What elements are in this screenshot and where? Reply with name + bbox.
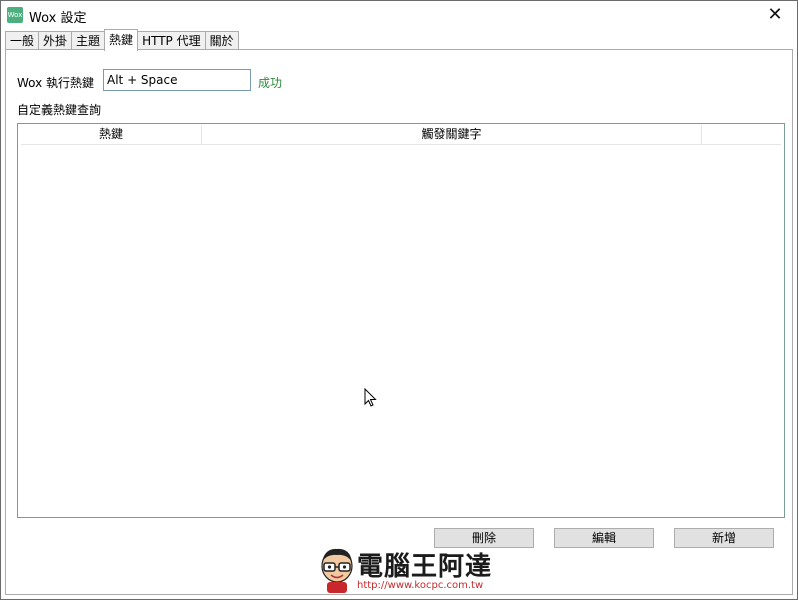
wox-app-icon: Wox [7,7,23,23]
hotkey-tab-panel: Wox 執行熱鍵 成功 自定義熱鍵查詢 熱鍵 觸發關鍵字 刪除 編輯 新增 [5,49,793,595]
window-title: Wox 設定 [29,11,87,26]
close-icon[interactable]: ✕ [753,1,797,29]
tab-general[interactable]: 一般 [5,31,40,50]
add-button[interactable]: 新增 [674,528,774,548]
watermark-brand: 電腦王阿達 [357,552,493,582]
edit-button[interactable]: 編輯 [554,528,654,548]
title-bar: Wox Wox 設定 ✕ [1,1,797,29]
column-header-hotkey[interactable]: 熱鍵 [21,125,202,144]
tab-plugins[interactable]: 外掛 [38,31,73,50]
tab-theme[interactable]: 主題 [71,31,106,50]
hotkey-status-text: 成功 [258,76,283,90]
tab-http-proxy[interactable]: HTTP 代理 [137,31,206,50]
settings-window: Wox Wox 設定 ✕ 一般 外掛 主題 熱鍵 HTTP 代理 關於 Wox … [0,0,798,600]
custom-hotkey-label: 自定義熱鍵查詢 [17,103,102,117]
wox-hotkey-input[interactable] [103,69,251,91]
watermark-url: http://www.kocpc.com.tw [357,580,484,591]
mouse-pointer-icon [364,388,377,407]
tab-bar: 一般 外掛 主題 熱鍵 HTTP 代理 關於 [5,29,795,51]
list-header: 熱鍵 觸發關鍵字 [21,125,781,145]
watermark: 電腦王阿達 http://www.kocpc.com.tw [313,542,493,598]
wox-hotkey-label: Wox 執行熱鍵 [17,76,95,90]
column-header-empty [702,125,781,144]
mascot-icon [321,548,353,593]
tab-hotkey[interactable]: 熱鍵 [104,29,139,51]
column-header-action-keyword[interactable]: 觸發關鍵字 [202,125,702,144]
custom-hotkey-list[interactable]: 熱鍵 觸發關鍵字 [17,123,785,518]
tab-about[interactable]: 關於 [204,31,239,50]
